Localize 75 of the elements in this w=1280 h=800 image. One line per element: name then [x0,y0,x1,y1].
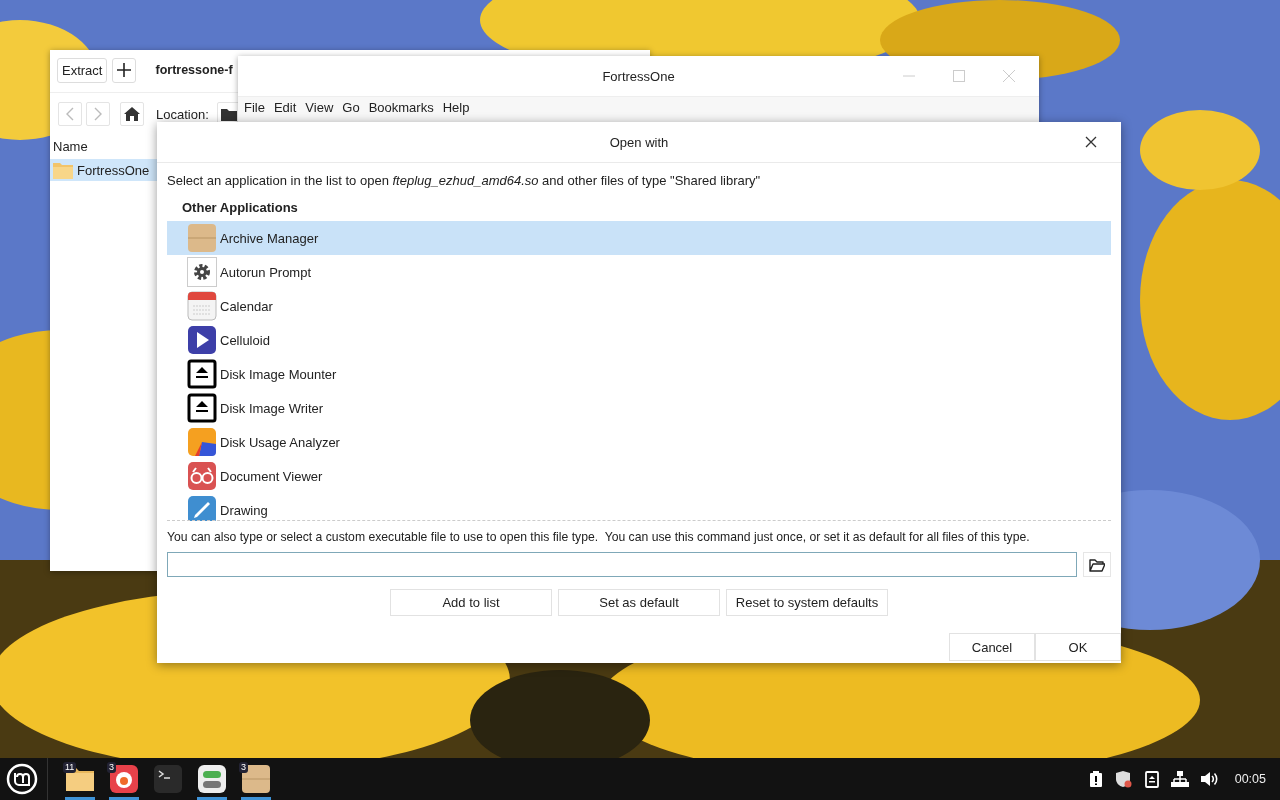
eject-icon [187,393,217,423]
network-icon[interactable] [1170,771,1189,787]
application-name: Drawing [220,502,268,518]
logo-icon[interactable] [6,763,38,795]
dialog-button[interactable]: Reset to system defaults [726,589,888,616]
box-icon [187,223,217,253]
browse-button[interactable] [1083,552,1111,577]
hint-text: You can also type or select a custom executable file to use to open this file type. You can use this command just once, or set it as default for all files of this type. [167,530,1031,544]
section-heading: Other Applications [182,200,299,215]
application-item[interactable]: Celluloid [167,323,1111,357]
application-name: Disk Image Writer [220,400,324,416]
menu-item[interactable]: File [244,100,265,115]
window-title: fortressone-f [155,63,233,77]
calendar-icon [187,291,217,321]
application-item[interactable]: Archive Manager [167,221,1111,255]
forward-icon [93,107,103,121]
application-name: Autorun Prompt [220,264,312,280]
close-icon[interactable] [1085,136,1097,148]
window-count-badge: 11 [63,762,77,773]
glasses-icon [187,461,217,491]
application-name: Calendar [220,298,273,314]
menu-item[interactable]: View [305,100,334,115]
application-name: Archive Manager [220,230,319,246]
file-name: FortressOne [77,162,150,178]
eject-icon[interactable] [1144,770,1159,788]
window-title: FortressOne [602,68,675,84]
window-count-badge: 3 [107,762,116,773]
flame-icon [109,764,139,794]
add-button[interactable] [112,57,137,83]
taskbar-app[interactable]: 3 [234,758,278,800]
application-item[interactable]: Disk Usage Analyzer [167,425,1111,459]
toggles-icon [197,764,227,794]
application-name: Disk Image Mounter [220,366,337,382]
application-name: Celluloid [220,332,270,348]
command-field[interactable] [167,552,1077,577]
dialog-button[interactable]: Set as default [558,589,720,616]
extract-button[interactable]: Extract [57,57,108,83]
application-item[interactable]: Disk Image Mounter [167,357,1111,391]
dialog-button[interactable]: Add to list [390,589,552,616]
home-icon [124,107,140,121]
application-item[interactable]: Drawing [167,493,1111,521]
application-item[interactable]: Autorun Prompt [167,255,1111,289]
menu-item[interactable]: Edit [273,100,297,115]
eject-icon [187,359,217,389]
dialog-button[interactable]: OK [1035,633,1121,661]
back-icon [65,107,75,121]
taskbar-app[interactable]: 11 [58,758,102,800]
clipboard-alert-icon[interactable] [1088,770,1103,788]
application-item[interactable]: Disk Image Writer [167,391,1111,425]
application-item[interactable]: Calendar [167,289,1111,323]
home-button[interactable] [120,102,144,126]
window-count-badge: 3 [239,762,248,773]
menu-item[interactable]: Bookmarks [368,100,434,115]
menu-item[interactable]: Go [342,100,360,115]
play-icon [187,325,217,355]
dialog-title: Open with [609,134,669,150]
clock[interactable]: 00:05 [1234,772,1266,786]
gear-icon [187,257,217,287]
volume-icon[interactable] [1200,771,1219,787]
application-name: Disk Usage Analyzer [220,434,340,450]
pencil-icon [187,495,217,521]
plus-icon [116,62,133,78]
taskbar-app[interactable]: 3 [102,758,146,800]
application-name: Document Viewer [220,468,323,484]
folder-icon [53,161,73,179]
terminal-icon [153,764,183,794]
application-item[interactable]: Document Viewer [167,459,1111,493]
pie-chart-icon [187,427,217,457]
instruction-text: Select an application in the list to open fteplug_ezhud_amd64.so and other files of type "Shared library" [167,173,762,188]
folder-icon [1089,557,1105,572]
location-label: Location: [156,106,209,122]
shield-icon[interactable] [1114,770,1133,788]
dialog-button[interactable]: Cancel [949,633,1035,661]
box-icon [241,764,271,794]
menu-item[interactable]: Help [442,100,470,115]
